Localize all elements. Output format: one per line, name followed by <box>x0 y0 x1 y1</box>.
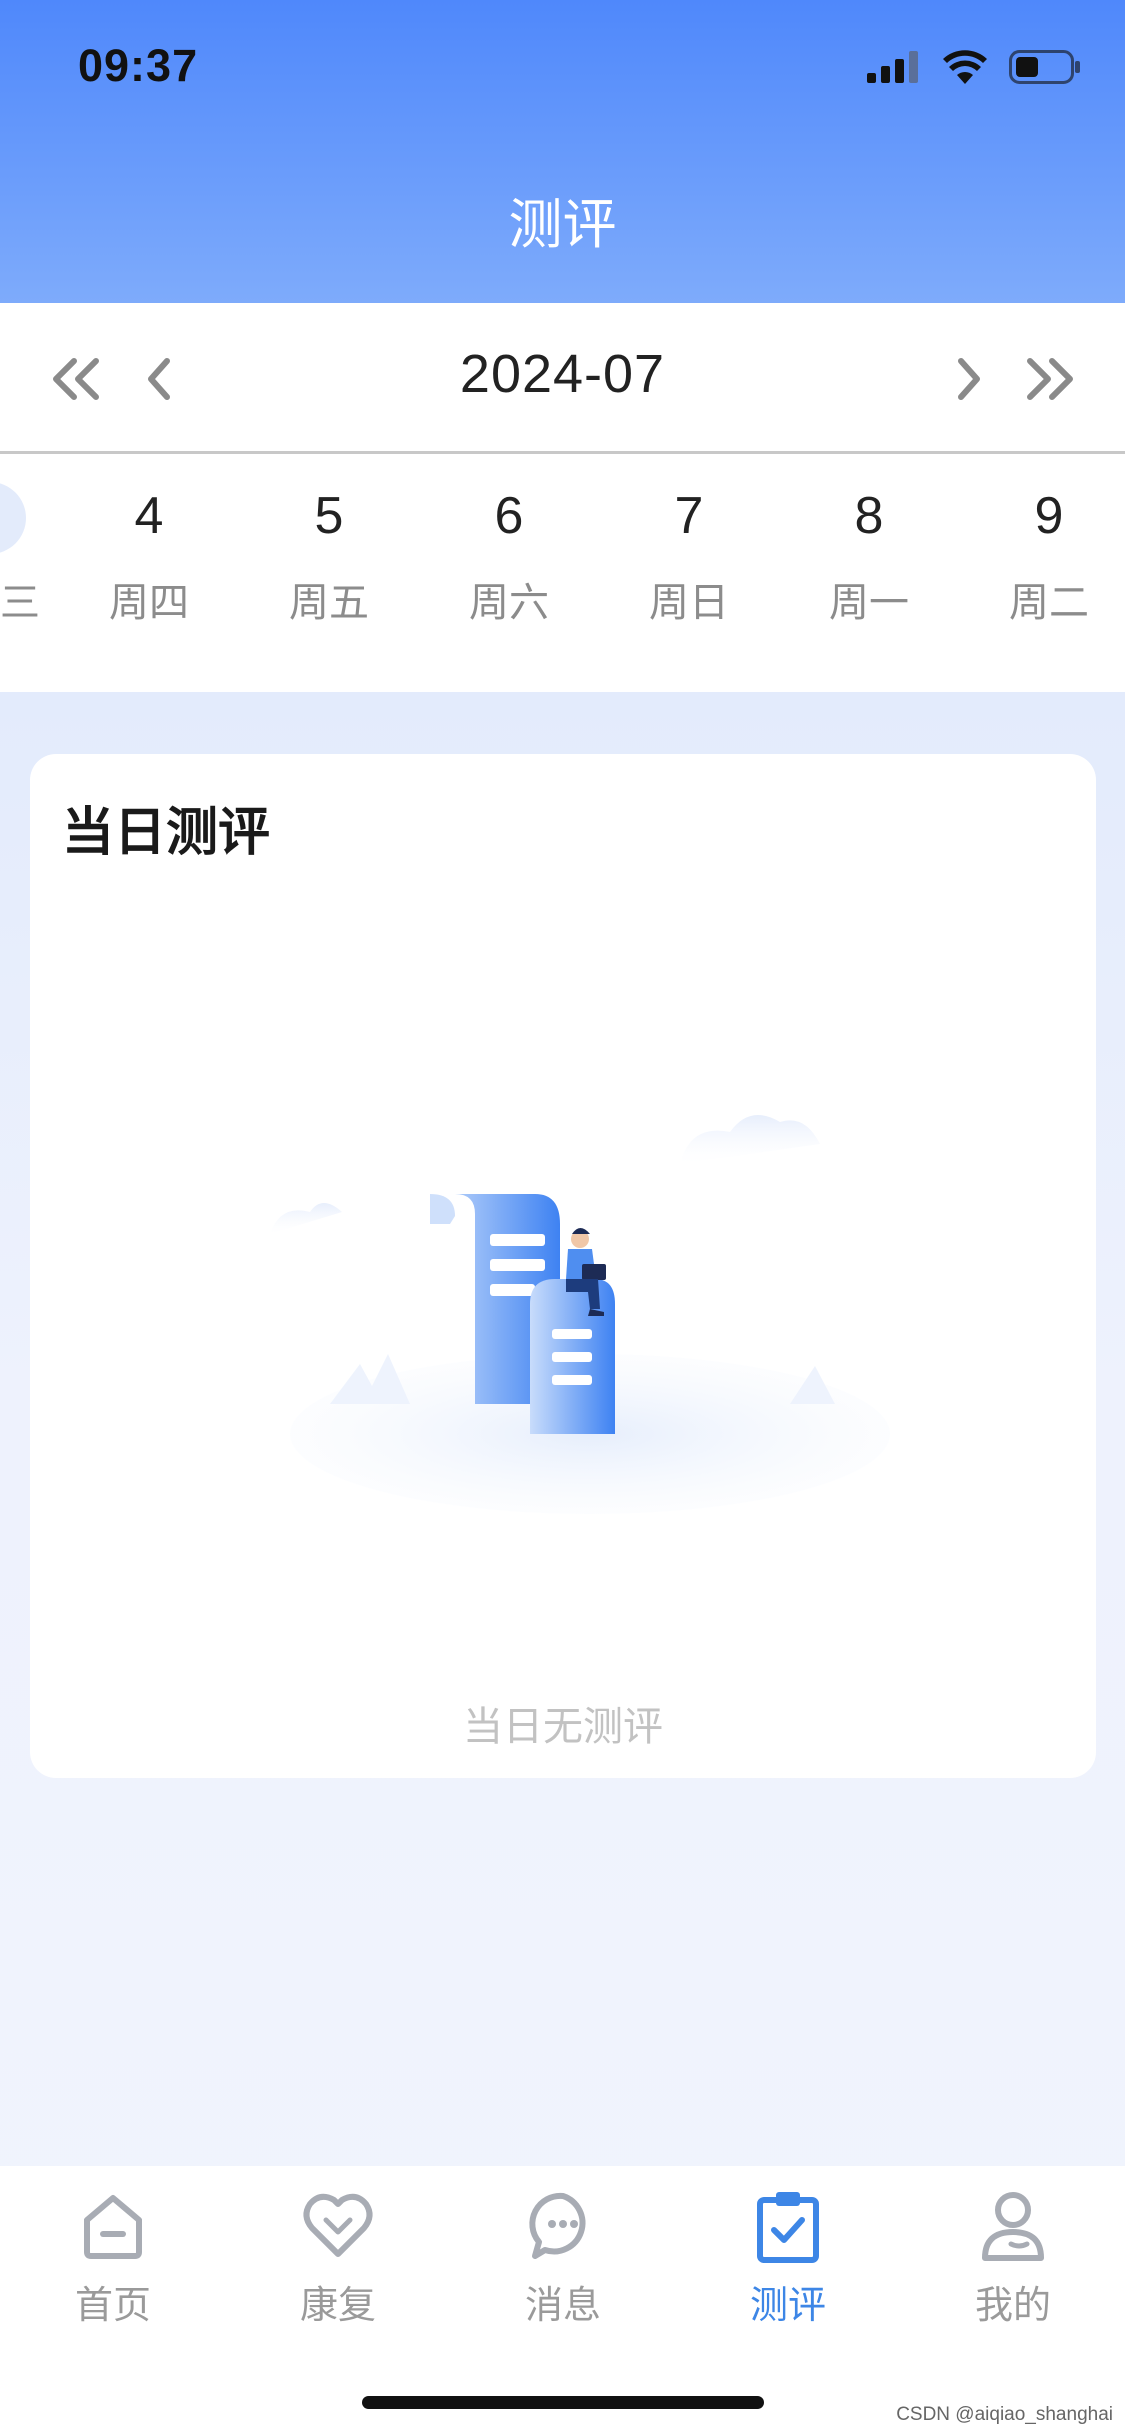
day-weekday: 周一 <box>829 580 909 626</box>
clipboard-check-icon <box>757 2192 819 2263</box>
home-indicator[interactable] <box>362 2396 764 2409</box>
status-icons <box>867 50 1081 84</box>
tab-assessment[interactable]: 测评 <box>708 2186 868 2329</box>
wifi-icon <box>943 50 987 84</box>
header: 09:37 测评 <box>0 0 1125 303</box>
day-item[interactable]: 4 周四 <box>89 484 209 628</box>
tab-label: 消息 <box>524 2283 601 2327</box>
signal-icon <box>867 51 918 83</box>
empty-state-text: 当日无测评 <box>463 1704 663 1750</box>
week-strip: 三 4 周四 5 周五 6 周六 7 周日 8 周一 9 周二 <box>0 454 1125 692</box>
tab-home[interactable]: 首页 <box>33 2186 193 2329</box>
day-number: 9 <box>1034 487 1064 545</box>
double-chevron-right-icon <box>1027 358 1073 400</box>
card-title: 当日测评 <box>62 803 271 863</box>
next-month-button[interactable] <box>938 351 998 407</box>
day-weekday: 周五 <box>289 580 369 626</box>
day-item-partial[interactable]: 三 <box>0 484 40 628</box>
day-weekday: 周四 <box>109 580 189 626</box>
tab-messages[interactable]: 消息 <box>483 2186 643 2329</box>
next-year-button[interactable] <box>1020 351 1080 407</box>
day-item[interactable]: 6 周六 <box>449 484 569 628</box>
page-title: 测评 <box>508 193 617 256</box>
day-number: 4 <box>134 487 164 545</box>
watermark: CSDN @aiqiao_shanghai <box>896 2404 1113 2425</box>
day-weekday: 三 <box>0 580 40 626</box>
empty-state-illustration <box>270 1114 890 1514</box>
battery-icon <box>1009 50 1080 84</box>
daily-assessment-card: 当日测评 当日无测评 <box>30 754 1096 1778</box>
day-number: 6 <box>494 487 524 545</box>
status-time: 09:37 <box>78 40 199 91</box>
day-weekday: 周日 <box>649 580 729 626</box>
tab-label: 我的 <box>974 2283 1051 2327</box>
chevron-right-icon <box>958 358 980 400</box>
day-number: 5 <box>314 487 344 545</box>
home-icon <box>84 2195 142 2259</box>
tab-label: 首页 <box>74 2283 151 2327</box>
day-item[interactable]: 8 周一 <box>809 484 929 628</box>
month-nav: 2024-07 <box>0 303 1125 454</box>
day-item[interactable]: 5 周五 <box>269 484 389 628</box>
day-number: 8 <box>854 487 884 545</box>
day-weekday: 周六 <box>469 580 549 626</box>
tab-profile[interactable]: 我的 <box>933 2186 1093 2329</box>
tab-label: 康复 <box>299 2283 376 2327</box>
message-icon <box>529 2192 586 2259</box>
tab-label: 测评 <box>749 2283 826 2327</box>
tab-rehab[interactable]: 康复 <box>258 2186 418 2329</box>
heart-icon <box>303 2193 373 2257</box>
day-item[interactable]: 9 周二 <box>989 484 1109 628</box>
user-icon <box>982 2192 1044 2261</box>
day-item[interactable]: 7 周日 <box>629 484 749 628</box>
day-weekday: 周二 <box>1009 580 1089 626</box>
day-number: 7 <box>674 487 704 545</box>
